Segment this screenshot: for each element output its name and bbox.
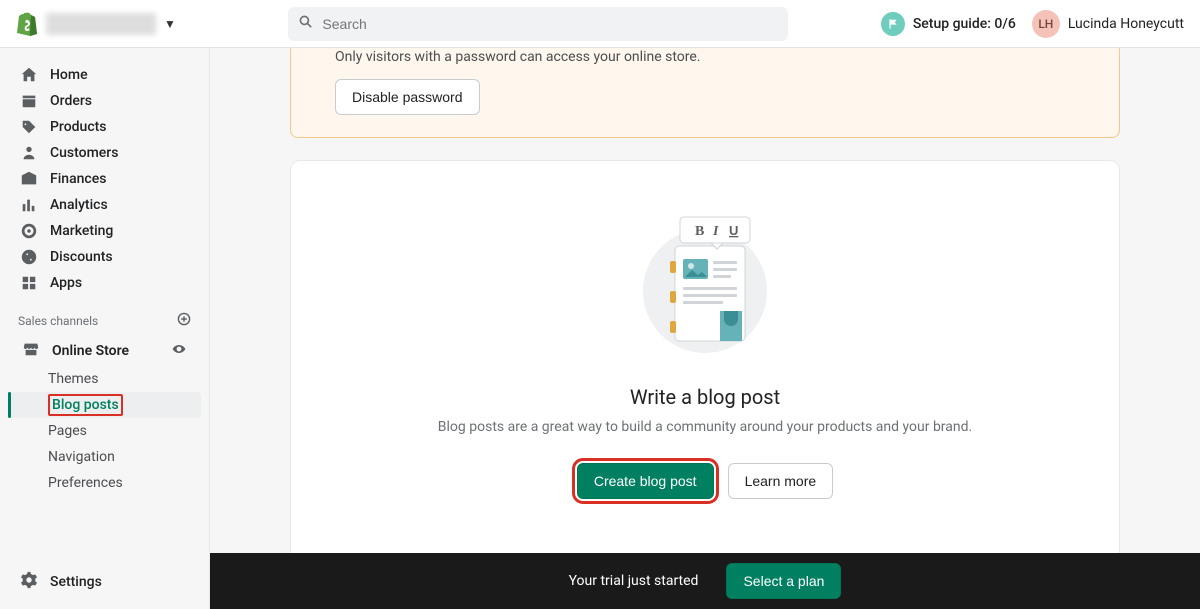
analytics-icon: [20, 196, 38, 214]
marketing-icon: [20, 222, 38, 240]
sidebar-item-label: Products: [50, 119, 107, 135]
select-plan-button[interactable]: Select a plan: [726, 563, 841, 599]
discounts-icon: [20, 248, 38, 266]
sidebar-item-label: Blog posts: [48, 394, 123, 416]
sidebar-item-label: Orders: [50, 93, 92, 109]
search-icon: [298, 14, 314, 34]
svg-text:I: I: [712, 224, 719, 239]
orders-icon: [20, 92, 38, 110]
products-icon: [20, 118, 38, 136]
sidebar-item-home[interactable]: Home: [8, 62, 201, 88]
store-icon: [22, 340, 40, 362]
sidebar-item-discounts[interactable]: Discounts: [8, 244, 201, 270]
svg-text:U: U: [729, 223, 738, 238]
sidebar: Home Orders Products Customers Finances …: [0, 48, 210, 609]
empty-state-title: Write a blog post: [331, 385, 1079, 409]
search-container: [256, 7, 821, 41]
blog-illustration: B I U: [331, 211, 1079, 365]
sidebar-item-label: Finances: [50, 171, 106, 187]
learn-more-button[interactable]: Learn more: [728, 463, 834, 499]
banner-text: Only visitors with a password can access…: [335, 48, 1097, 79]
empty-state-actions: Create blog post Learn more: [331, 463, 1079, 499]
sidebar-item-label: Themes: [48, 371, 98, 387]
setup-guide-button[interactable]: Setup guide: 0/6: [881, 12, 1016, 36]
sidebar-item-label: Analytics: [50, 197, 108, 213]
sidebar-footer: Settings: [0, 555, 209, 609]
sidebar-subitem-pages[interactable]: Pages: [8, 418, 201, 444]
sales-channels-heading: Sales channels: [0, 296, 209, 336]
add-channel-button[interactable]: [177, 312, 191, 330]
customers-icon: [20, 144, 38, 162]
settings-label: Settings: [50, 574, 102, 590]
disable-password-button[interactable]: Disable password: [335, 79, 480, 115]
sales-channels-label: Sales channels: [18, 314, 98, 328]
sidebar-subitem-themes[interactable]: Themes: [8, 366, 201, 392]
sidebar-item-apps[interactable]: Apps: [8, 270, 201, 296]
setup-guide-label: Setup guide: 0/6: [913, 16, 1016, 32]
sidebar-subitem-preferences[interactable]: Preferences: [8, 470, 201, 496]
sidebar-subitem-navigation[interactable]: Navigation: [8, 444, 201, 470]
sidebar-item-label: Customers: [50, 145, 118, 161]
finances-icon: [20, 170, 38, 188]
online-store-subnav: Themes Blog posts Pages Navigation Prefe…: [8, 366, 209, 496]
gear-icon: [20, 571, 38, 593]
home-icon: [20, 66, 38, 84]
user-menu[interactable]: LH Lucinda Honeycutt: [1032, 10, 1184, 38]
empty-state-description: Blog posts are a great way to build a co…: [331, 419, 1079, 435]
view-store-button[interactable]: [171, 341, 187, 361]
trial-bar: Your trial just started Select a plan: [210, 553, 1200, 609]
flag-icon: [881, 12, 905, 36]
sidebar-item-label: Discounts: [50, 249, 113, 265]
sidebar-item-marketing[interactable]: Marketing: [8, 218, 201, 244]
store-name: [46, 13, 156, 35]
primary-nav: Home Orders Products Customers Finances …: [0, 62, 209, 296]
svg-text:B: B: [695, 224, 704, 239]
sidebar-item-label: Pages: [48, 423, 87, 439]
main-content: Only visitors with a password can access…: [210, 48, 1200, 553]
app-header: ▼ Setup guide: 0/6 LH Lucinda Honeycutt: [0, 0, 1200, 48]
sidebar-item-label: Home: [50, 67, 88, 83]
sidebar-item-label: Preferences: [48, 475, 123, 491]
sidebar-item-label: Marketing: [50, 223, 113, 239]
sidebar-item-label: Apps: [50, 275, 82, 291]
apps-icon: [20, 274, 38, 292]
sidebar-item-online-store[interactable]: Online Store: [8, 336, 201, 366]
sidebar-subitem-blog-posts[interactable]: Blog posts: [8, 392, 201, 418]
sidebar-item-settings[interactable]: Settings: [8, 565, 201, 599]
sidebar-item-finances[interactable]: Finances: [8, 166, 201, 192]
shopify-logo-icon: [16, 12, 38, 36]
chevron-down-icon: ▼: [164, 17, 176, 31]
avatar: LH: [1032, 10, 1060, 38]
trial-message: Your trial just started: [569, 573, 699, 589]
sidebar-item-orders[interactable]: Orders: [8, 88, 201, 114]
user-name: Lucinda Honeycutt: [1068, 16, 1184, 32]
sidebar-item-analytics[interactable]: Analytics: [8, 192, 201, 218]
search-input[interactable]: [322, 16, 778, 32]
online-store-label: Online Store: [52, 343, 129, 359]
password-banner: Only visitors with a password can access…: [290, 48, 1120, 138]
sidebar-item-products[interactable]: Products: [8, 114, 201, 140]
sidebar-item-label: Navigation: [48, 449, 115, 465]
search-input-wrapper[interactable]: [288, 7, 788, 41]
sidebar-item-customers[interactable]: Customers: [8, 140, 201, 166]
create-blog-post-button[interactable]: Create blog post: [577, 463, 714, 499]
empty-state-card: B I U Write a blog post Blog posts are a…: [290, 160, 1120, 553]
header-actions: Setup guide: 0/6 LH Lucinda Honeycutt: [881, 10, 1184, 38]
store-switcher[interactable]: ▼: [16, 12, 196, 36]
